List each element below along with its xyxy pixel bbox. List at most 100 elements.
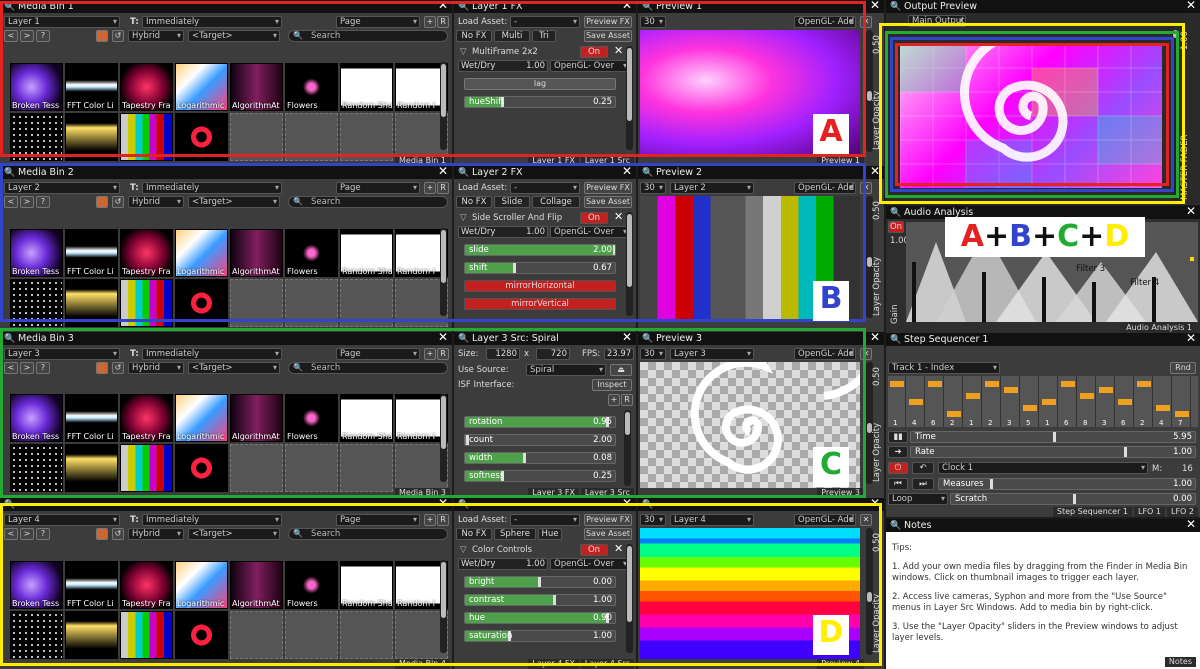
audio-tabs: Audio Analysis 1 (1120, 323, 1196, 333)
step-number: 3 (1007, 419, 1012, 427)
step-number: 2 (988, 419, 993, 427)
sequencer-clock-select[interactable]: Clock 1 (938, 462, 1148, 474)
audio-gain-label: Gain (890, 304, 900, 324)
output-box-red (895, 43, 1169, 186)
step-number: 1 (1045, 419, 1050, 427)
notes-title: Notes (904, 520, 932, 531)
step-number: 5 (1026, 419, 1031, 427)
audio-filter-3-label: Filter 3 (1076, 264, 1106, 274)
sequencer-step[interactable]: 3 (1002, 376, 1020, 427)
sequencer-step[interactable]: 7 (1173, 376, 1191, 427)
audio-on-toggle[interactable]: On (888, 221, 904, 233)
step-value-bar (909, 399, 923, 405)
highlight-box-blue (0, 163, 866, 322)
sequencer-m-value: 16 (1182, 464, 1193, 474)
step-number: 6 (1064, 419, 1069, 427)
sequencer-step[interactable]: 8 (1078, 376, 1096, 427)
step-value-bar (1118, 399, 1132, 405)
formula-b: B (1009, 219, 1032, 254)
search-icon[interactable]: 🔍 (890, 1, 901, 13)
highlight-box-yellow (0, 503, 882, 666)
step-value-bar (1099, 387, 1113, 393)
sequencer-track-select[interactable]: Track 1 - Index (888, 362, 1000, 374)
step-number: 2 (950, 419, 955, 427)
label-letter-c: C (813, 447, 849, 487)
notes-line-2: 2. Access live cameras, Syphon and more … (892, 592, 1167, 613)
step-value-bar (1023, 405, 1037, 411)
sequencer-m-label: M: (1152, 464, 1163, 474)
sequencer-forward-button[interactable]: ➜ (888, 446, 908, 458)
sequencer-step[interactable]: 5 (1021, 376, 1039, 427)
step-number: 2 (1140, 419, 1145, 427)
sequencer-time-slider[interactable]: Time 5.95 (910, 431, 1196, 443)
step-value-bar (947, 411, 961, 417)
notes-tabs: Notes (1163, 657, 1196, 667)
notes-titlebar: 🔍 Notes ✕ (886, 519, 1200, 532)
sequencer-prev-button[interactable]: ⏮ (888, 478, 908, 490)
sequencer-rate-slider[interactable]: Rate 1.00 (910, 446, 1196, 458)
formula-plus: + (1032, 219, 1058, 254)
sequencer-next-button[interactable]: ⏭ (912, 478, 934, 490)
close-icon[interactable]: ✕ (1186, 206, 1196, 218)
step-number: 1 (969, 419, 974, 427)
notes-panel: 🔍 Notes ✕ Tips: 1. Add your own media fi… (886, 519, 1200, 669)
step-value-bar (1042, 399, 1056, 405)
close-icon[interactable]: ✕ (1186, 333, 1196, 345)
search-icon[interactable]: 🔍 (890, 334, 901, 346)
output-preview-titlebar: 🔍 Output Preview ✕ (886, 0, 1200, 13)
step-number: 7 (1178, 419, 1183, 427)
sequencer-step-grid[interactable]: 1 4 6 2 1 2 3 5 1 6 8 3 6 2 4 7 (888, 376, 1198, 427)
audio-filter-4-label: Filter 4 (1130, 278, 1160, 288)
sequencer-titlebar: 🔍 Step Sequencer 1 ✕ (886, 333, 1200, 346)
output-preview-title: Output Preview (904, 1, 977, 12)
step-number: 3 (1102, 419, 1107, 427)
sequencer-step[interactable]: 4 (1154, 376, 1172, 427)
sequencer-step[interactable]: 3 (1097, 376, 1115, 427)
notes-text[interactable]: Tips: 1. Add your own media files by dra… (892, 543, 1190, 644)
step-value-bar (1080, 393, 1094, 399)
sequencer-scratch-slider[interactable]: Scratch 0.00 (950, 493, 1196, 505)
tab-audio-analysis-1[interactable]: Audio Analysis 1 (1122, 323, 1196, 333)
close-icon[interactable]: ✕ (1186, 519, 1196, 531)
layer-opacity-label: Layer Opacity (872, 256, 882, 316)
sequencer-measures-slider[interactable]: Measures 1.00 (938, 478, 1196, 490)
sequencer-loop-select[interactable]: Loop (888, 493, 948, 505)
step-sequencer-panel: 🔍 Step Sequencer 1 ✕ Track 1 - Index Rnd… (886, 333, 1200, 517)
sequencer-step[interactable]: 1 (1040, 376, 1058, 427)
sequencer-step[interactable]: 6 (1059, 376, 1077, 427)
step-number: 4 (912, 419, 917, 427)
sequencer-step[interactable]: 1 (964, 376, 982, 427)
tab-lfo-2[interactable]: LFO 2 (1167, 507, 1198, 517)
search-icon[interactable]: 🔍 (890, 207, 901, 219)
step-value-bar (1061, 381, 1075, 387)
tab-step-sequencer-1[interactable]: Step Sequencer 1 (1052, 507, 1132, 517)
tab-lfo-1[interactable]: LFO 1 (1134, 507, 1165, 517)
step-number: 6 (1121, 419, 1126, 427)
sequencer-reset-button[interactable]: ↶ (912, 462, 934, 474)
close-icon[interactable]: ✕ (870, 0, 880, 12)
sequencer-pause-button[interactable]: ▮▮ (888, 431, 908, 443)
search-icon[interactable]: 🔍 (890, 520, 901, 532)
formula-plus: + (1079, 219, 1105, 254)
sequencer-step[interactable]: 6 (926, 376, 944, 427)
sequencer-random-button[interactable]: Rnd (1170, 362, 1196, 374)
sequencer-step[interactable]: 2 (945, 376, 963, 427)
sequencer-step[interactable]: 2 (1135, 376, 1153, 427)
highlight-box-red (0, 1, 866, 157)
layer-opacity-value: 0.50 (872, 367, 882, 386)
step-value-bar (1156, 405, 1170, 411)
notes-line-1: 1. Add your own media files by dragging … (892, 562, 1188, 583)
sequencer-step[interactable]: 6 (1116, 376, 1134, 427)
formula-a: A (960, 219, 984, 254)
tab-notes[interactable]: Notes (1164, 657, 1196, 667)
sequencer-power-button[interactable]: ⏻ (888, 462, 908, 474)
close-icon[interactable]: ✕ (1186, 0, 1196, 12)
close-icon[interactable]: ✕ (870, 332, 880, 344)
sequencer-step[interactable]: 1 (888, 376, 906, 427)
label-letter-a: A (813, 114, 849, 154)
sequencer-step[interactable]: 2 (983, 376, 1001, 427)
sequencer-step[interactable]: 4 (907, 376, 925, 427)
step-number: 8 (1083, 419, 1088, 427)
sequencer-title: Step Sequencer 1 (904, 334, 989, 345)
step-value-bar (1004, 387, 1018, 393)
